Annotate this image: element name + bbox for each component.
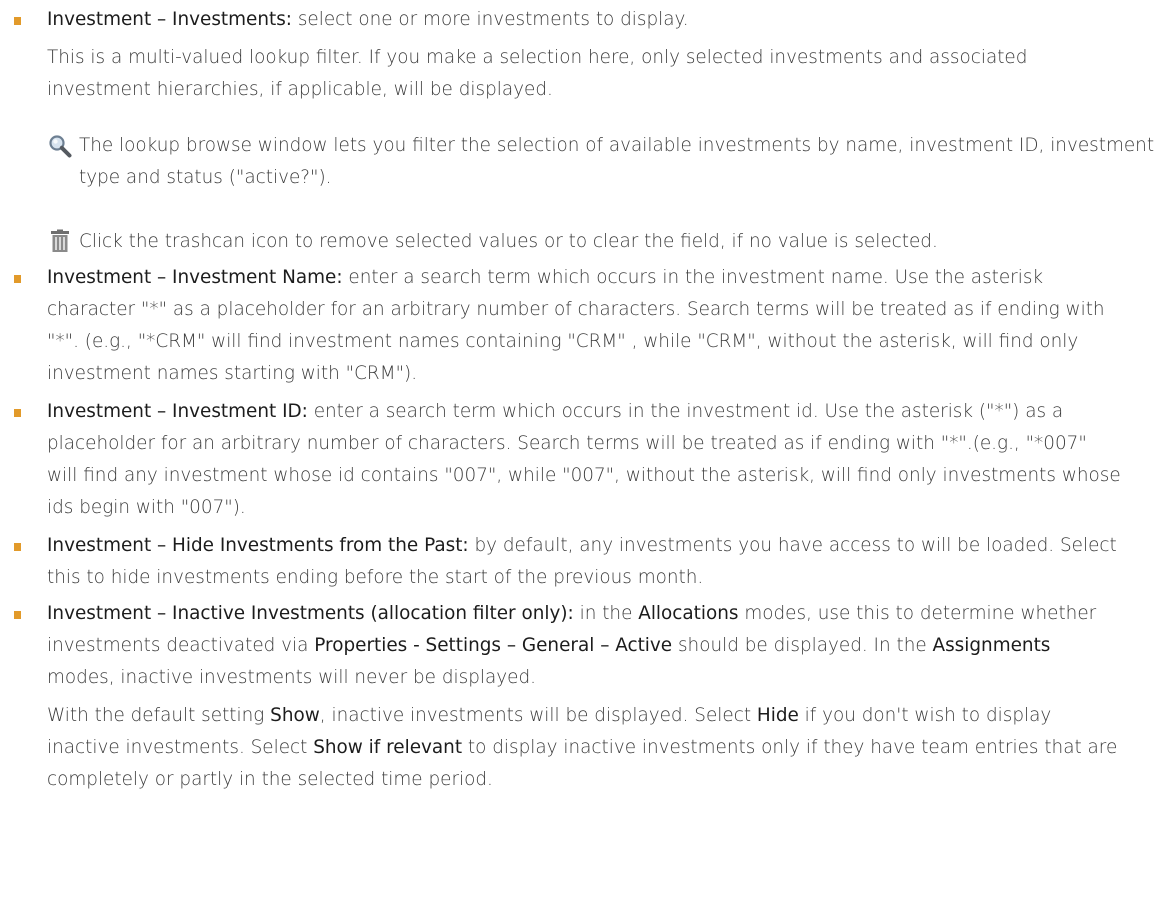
bullet xyxy=(14,17,21,25)
description-part: in the xyxy=(573,603,639,624)
trash-note-text: Click the trashcan icon to remove select… xyxy=(79,231,938,252)
ui-option-show-if-relevant: Show if relevant xyxy=(313,737,463,758)
term-description: select one or more investments to displa… xyxy=(292,9,689,30)
bullet xyxy=(14,409,21,417)
list-item-hide-past: Investment – Hide Investments from the P… xyxy=(0,530,1122,594)
trash-note: Click the trashcan icon to remove select… xyxy=(48,226,1158,258)
ui-term-assignments: Assignments xyxy=(932,635,1051,656)
item-line: Investment – Hide Investments from the P… xyxy=(47,530,1122,594)
ui-path-active-setting: Properties - Settings – General – Active xyxy=(314,635,673,656)
description-part: modes, inactive investments will never b… xyxy=(47,667,536,688)
ui-option-show: Show xyxy=(270,705,320,726)
term-label: Investment – Investments: xyxy=(47,9,292,30)
list-item-investment-name: Investment – Investment Name: enter a se… xyxy=(0,262,1122,390)
list-item-investment-id: Investment – Investment ID: enter a sear… xyxy=(0,396,1122,524)
term-label: Investment – Investment Name: xyxy=(47,267,343,288)
term-label: Investment – Investment ID: xyxy=(47,401,308,422)
paragraph-part: , inactive investments will be displayed… xyxy=(319,705,757,726)
term-label: Investment – Inactive Investments (alloc… xyxy=(47,603,574,624)
description-part: should be displayed. In the xyxy=(672,635,933,656)
item-line: Investment – Investments: select one or … xyxy=(47,4,1158,36)
paragraph-part: With the default setting xyxy=(47,705,271,726)
magnifier-icon xyxy=(48,134,72,158)
bullet xyxy=(14,275,21,283)
lookup-note-text: The lookup browse window lets you filter… xyxy=(79,135,1155,188)
list-item-investments: Investment – Investments: select one or … xyxy=(0,4,1158,106)
bullet xyxy=(14,543,21,551)
ui-option-hide: Hide xyxy=(756,705,799,726)
trashcan-icon xyxy=(48,229,72,253)
item-line: Investment – Investment ID: enter a sear… xyxy=(47,396,1122,524)
bullet xyxy=(14,611,21,619)
ui-term-allocations: Allocations xyxy=(638,603,739,624)
lookup-note: The lookup browse window lets you filter… xyxy=(48,130,1158,194)
list-item-inactive-investments: Investment – Inactive Investments (alloc… xyxy=(0,598,1122,796)
item-line: Investment – Inactive Investments (alloc… xyxy=(47,598,1122,694)
item-paragraph: With the default setting Show, inactive … xyxy=(47,700,1122,796)
item-paragraph: This is a multi-valued lookup filter. If… xyxy=(47,47,1028,100)
term-label: Investment – Hide Investments from the P… xyxy=(47,535,469,556)
item-line: Investment – Investment Name: enter a se… xyxy=(47,262,1122,390)
